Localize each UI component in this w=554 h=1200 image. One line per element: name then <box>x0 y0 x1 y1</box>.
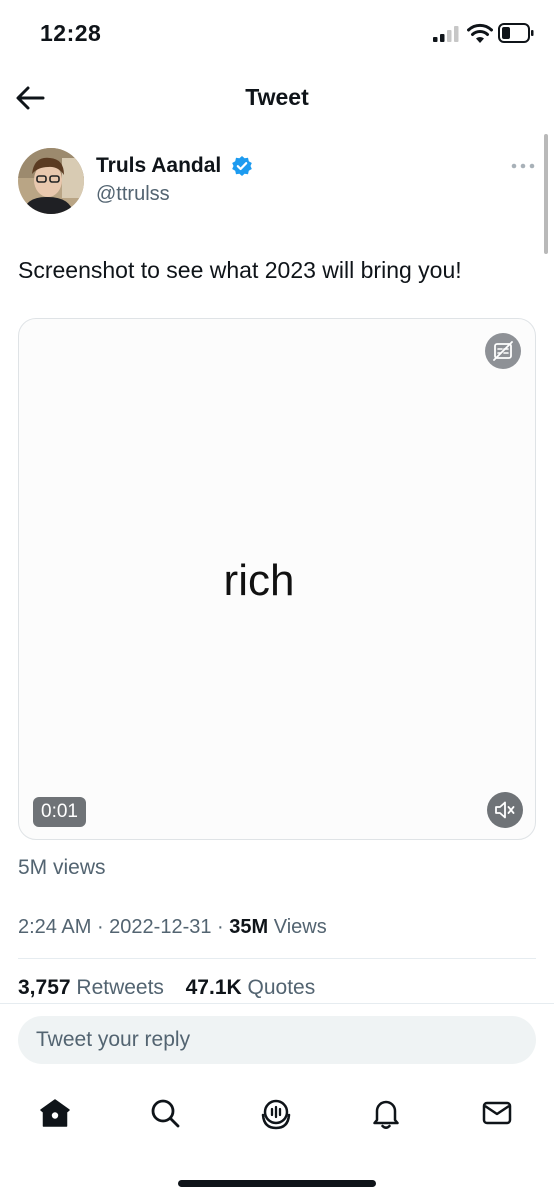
meta-separator: · <box>211 916 230 938</box>
avatar[interactable] <box>18 148 84 214</box>
quotes-stat[interactable]: 47.1K Quotes <box>186 976 316 999</box>
author-handle[interactable]: @ttrulss <box>96 183 170 206</box>
battery-icon <box>498 23 534 43</box>
captions-button[interactable] <box>485 333 521 369</box>
retweets-label: Retweets <box>70 976 164 999</box>
spaces-icon <box>261 1099 291 1130</box>
more-options-icon[interactable] <box>510 158 536 174</box>
avatar-photo <box>18 148 84 214</box>
tweet-text: Screenshot to see what 2023 will bring y… <box>18 257 462 283</box>
tab-spaces[interactable] <box>256 1093 296 1133</box>
video-duration: 0:01 <box>33 797 86 827</box>
reply-input[interactable]: Tweet your reply <box>18 1016 536 1064</box>
verified-badge-icon <box>232 156 252 176</box>
status-time: 12:28 <box>40 20 102 46</box>
retweets-stat[interactable]: 3,757 Retweets <box>18 976 164 999</box>
wifi-icon <box>467 23 493 43</box>
page-title: Tweet <box>245 84 309 110</box>
tweet-time[interactable]: 2:24 AM <box>18 916 91 938</box>
retweets-count: 3,757 <box>18 976 71 999</box>
tweet-stats: 3,757 Retweets 47.1K Quotes <box>18 976 315 1000</box>
divider <box>18 958 536 959</box>
video-frame-text: rich <box>223 556 295 605</box>
views-label: Views <box>268 916 327 938</box>
quotes-label: Quotes <box>241 976 316 999</box>
tab-search[interactable] <box>145 1093 185 1133</box>
meta-separator: · <box>91 916 110 938</box>
quotes-count: 47.1K <box>185 976 242 999</box>
volume-muted-icon <box>495 801 515 819</box>
author-name[interactable]: Truls Aandal <box>96 154 221 178</box>
mute-button[interactable] <box>487 792 523 828</box>
cellular-signal-icon <box>433 26 459 42</box>
tab-messages[interactable] <box>477 1093 517 1133</box>
tab-notifications[interactable] <box>366 1093 406 1133</box>
video-views: 5M views <box>18 856 106 879</box>
search-icon <box>151 1099 180 1128</box>
home-indicator[interactable] <box>178 1180 376 1187</box>
tweet-meta: 2:24 AM · 2022-12-31 · 35M Views <box>18 916 327 939</box>
captions-off-icon <box>493 341 513 361</box>
home-icon <box>40 1099 70 1127</box>
notifications-icon <box>373 1100 399 1129</box>
scrollbar[interactable] <box>544 134 548 254</box>
tweet-date[interactable]: 2022-12-31 <box>109 916 211 938</box>
views-count: 35M <box>229 916 269 938</box>
tab-home[interactable] <box>35 1093 75 1133</box>
messages-icon <box>482 1101 512 1125</box>
